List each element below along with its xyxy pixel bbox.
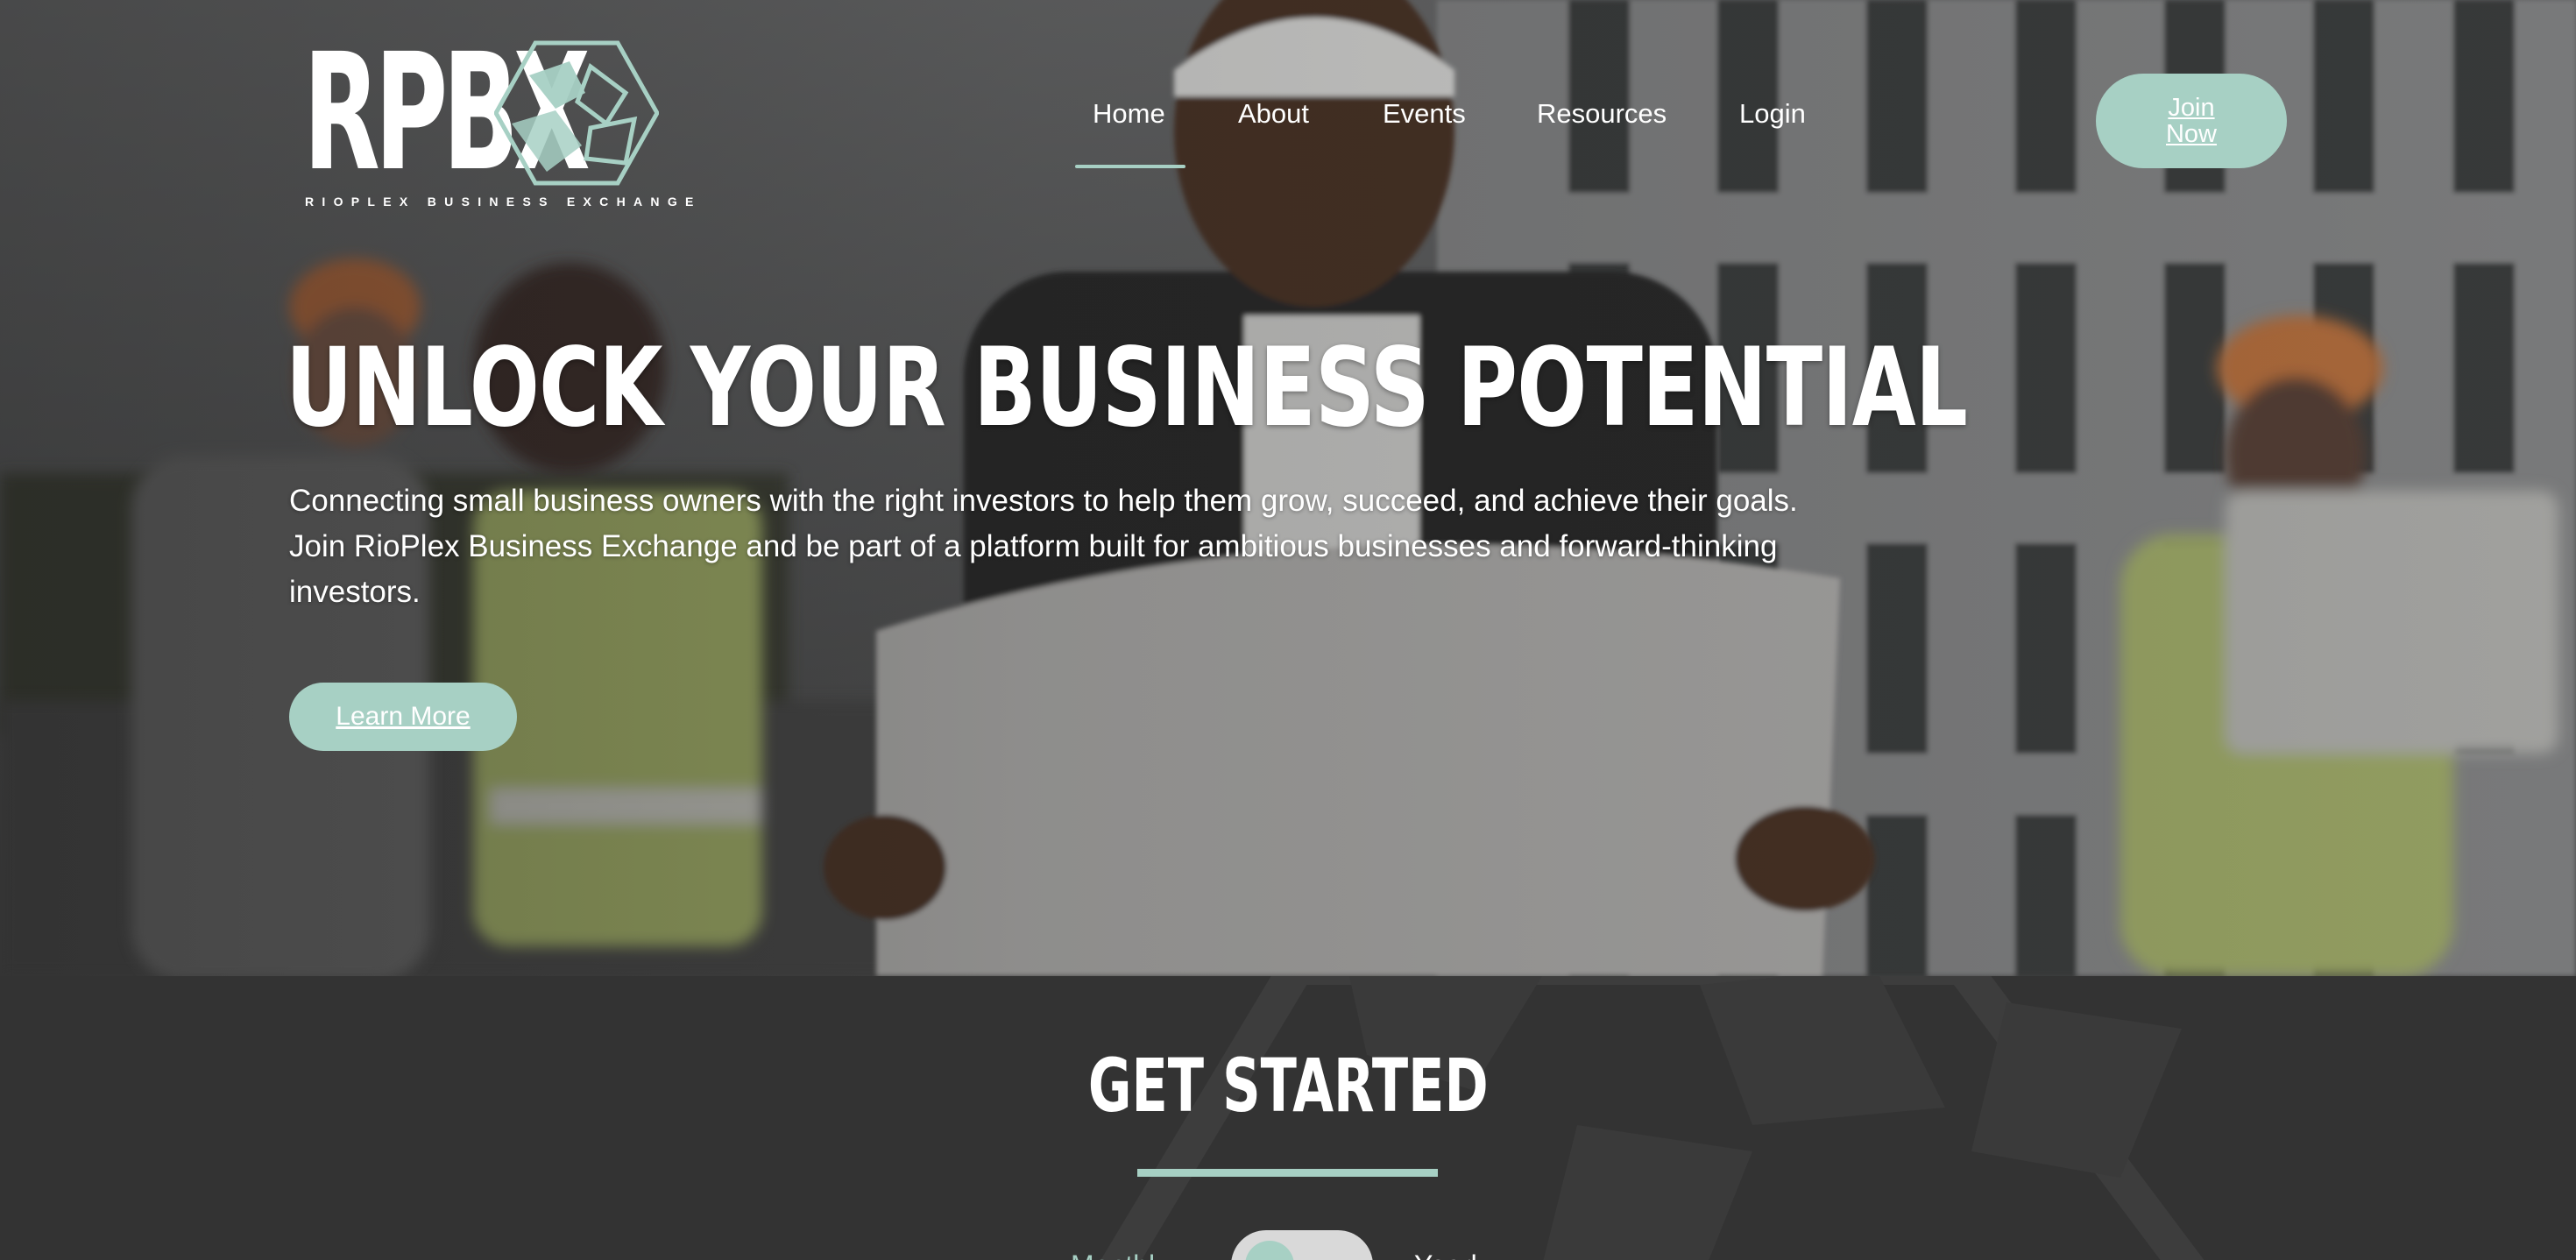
- title-underline: [1137, 1169, 1438, 1177]
- join-now-button[interactable]: Join Now: [2096, 74, 2287, 168]
- nav-item-home[interactable]: Home: [1093, 98, 1165, 130]
- nav-item-events[interactable]: Events: [1383, 98, 1466, 130]
- brand-logo[interactable]: RPBX RIOPLEX BUSINESS EXCHANGE: [303, 32, 693, 214]
- get-started-section: GET STARTED: [0, 976, 2576, 1260]
- logo-hexagon-icon: [494, 40, 659, 186]
- billing-monthly-label[interactable]: Monthly: [1071, 1249, 1169, 1260]
- billing-yearly-label[interactable]: Yearly: [1414, 1249, 1491, 1260]
- billing-switch[interactable]: [1231, 1230, 1373, 1260]
- nav-item-login[interactable]: Login: [1739, 98, 1806, 130]
- nav-item-resources[interactable]: Resources: [1537, 98, 1667, 130]
- nav-item-about[interactable]: About: [1238, 98, 1309, 130]
- billing-switch-knob: [1245, 1241, 1294, 1260]
- billing-toggle: Monthly Yearly: [1071, 1230, 1526, 1260]
- hero-title: UNLOCK YOUR BUSINESS POTENTIAL: [286, 325, 1968, 451]
- hero-section: RPBX RIOPLEX BUSINESS EXCHANGE Home Abou…: [0, 0, 2576, 976]
- get-started-title-wrap: GET STARTED: [0, 1046, 2576, 1125]
- hero-subtitle: Connecting small business owners with th…: [289, 484, 1798, 609]
- nav-active-indicator: [1075, 165, 1185, 168]
- get-started-title: GET STARTED: [1087, 1043, 1489, 1129]
- learn-more-button[interactable]: Learn More: [289, 683, 517, 751]
- logo-tagline: RIOPLEX BUSINESS EXCHANGE: [305, 195, 702, 209]
